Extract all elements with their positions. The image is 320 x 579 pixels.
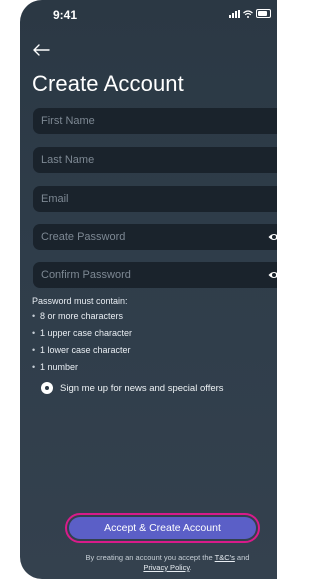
newsletter-optin[interactable]: Sign me up for news and special offers [41, 382, 224, 394]
last-name-input[interactable] [41, 147, 241, 173]
status-time: 9:41 [53, 8, 78, 22]
app-screen: 9:41 Create Account First Name Last Name… [20, 0, 277, 579]
battery-icon [256, 9, 271, 18]
confirm-password-field[interactable] [33, 262, 277, 288]
privacy-policy-link[interactable]: Privacy Policy [143, 563, 189, 572]
page-title: Create Account [32, 71, 184, 96]
legal-notice: By creating an account you accept the T&… [85, 553, 250, 572]
create-password-field[interactable] [33, 224, 277, 250]
email-input[interactable] [41, 186, 241, 212]
accept-create-account-label[interactable]: Accept & Create Account [69, 517, 256, 539]
back-arrow-icon[interactable] [32, 43, 50, 57]
list-item: • 8 or more characters [32, 311, 124, 321]
newsletter-optin-label: Sign me up for news and special offers [60, 382, 224, 394]
first-name-field[interactable] [33, 108, 277, 134]
wifi-icon [243, 9, 253, 18]
password-requirements-list: • 8 or more characters • 1 upper case char… [32, 308, 132, 376]
list-item: • 1 upper case character [32, 328, 133, 338]
last-name-field[interactable] [33, 147, 277, 173]
signal-icon [229, 9, 240, 18]
list-item: • 1 lower case character [32, 345, 131, 355]
password-requirements: Password must contain: • 8 or more charac… [32, 296, 132, 376]
email-field[interactable] [33, 186, 277, 212]
confirm-password-input[interactable] [41, 262, 241, 288]
radio-selected-icon[interactable] [41, 382, 53, 394]
list-item: • 1 number [32, 362, 79, 372]
password-requirements-heading: Password must contain: [32, 296, 128, 306]
eye-icon[interactable] [268, 232, 277, 242]
status-bar: 9:41 [20, 4, 277, 24]
terms-link[interactable]: T&C's [215, 553, 235, 562]
first-name-input[interactable] [41, 108, 241, 134]
eye-icon[interactable] [268, 270, 277, 280]
accept-create-account-button[interactable]: Accept & Create Account [65, 513, 260, 543]
status-icons [229, 9, 271, 18]
create-password-input[interactable] [41, 224, 241, 250]
